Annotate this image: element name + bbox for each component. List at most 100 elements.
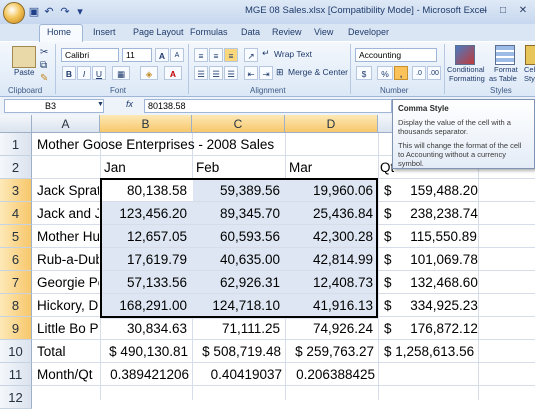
wrap-text-button[interactable]: Wrap Text (274, 49, 312, 59)
row-header[interactable]: 9 (0, 317, 32, 340)
row-header[interactable]: 1 (0, 133, 32, 156)
tab-formulas[interactable]: Formulas (190, 27, 228, 37)
cell[interactable]: $ 490,130.81 (101, 340, 188, 363)
format-as-table-button[interactable]: Format (494, 65, 518, 74)
font-name-select[interactable]: Calibri (61, 48, 119, 62)
conditional-formatting-button-2[interactable]: Formatting (449, 74, 485, 83)
row-header[interactable]: 12 (0, 386, 32, 409)
save-icon[interactable]: ▣ (27, 5, 41, 19)
align-middle-icon[interactable]: ≡ (209, 48, 223, 62)
column-header-d[interactable]: D (285, 115, 378, 133)
row-header[interactable]: 2 (0, 156, 32, 179)
cell[interactable]: 0.389421206 (101, 363, 189, 386)
wrap-text-icon[interactable]: ↵ (262, 48, 272, 60)
cell[interactable]: $ 176,872.12 (384, 317, 535, 340)
align-bottom-icon[interactable]: ≡ (224, 48, 238, 62)
cell[interactable]: 0.206388425 (286, 363, 375, 386)
borders-icon[interactable]: ▦ (112, 66, 130, 80)
tab-developer[interactable]: Developer (348, 27, 389, 37)
cell[interactable]: $ 1,258,613.56 (384, 340, 535, 363)
increase-indent-icon[interactable]: ⇥ (259, 66, 273, 80)
tab-insert[interactable]: Insert (93, 27, 116, 37)
underline-button[interactable]: U (92, 66, 106, 80)
font-size-select[interactable]: 11 (122, 48, 152, 62)
orientation-icon[interactable]: ↗ (244, 48, 258, 62)
align-left-icon[interactable]: ☰ (194, 66, 208, 80)
redo-icon[interactable]: ↷ (58, 5, 72, 19)
cell-styles-button-2[interactable]: Styl (524, 74, 535, 83)
currency-button[interactable]: $ (356, 66, 372, 80)
row-header[interactable]: 6 (0, 248, 32, 271)
increase-decimal-icon[interactable]: .0 (412, 66, 426, 80)
decrease-indent-icon[interactable]: ⇤ (244, 66, 258, 80)
row-header[interactable]: 7 (0, 271, 32, 294)
row-header[interactable]: 3 (0, 179, 32, 202)
merge-icon[interactable]: ⊞ (276, 67, 286, 78)
cell[interactable]: 30,834.63 (101, 317, 187, 340)
cell[interactable]: $ 132,468.60 (384, 271, 535, 294)
cell[interactable]: $ 101,069.78 (384, 248, 535, 271)
conditional-formatting-icon[interactable] (455, 45, 475, 65)
copy-icon[interactable]: ⧉ (40, 60, 47, 71)
percent-button[interactable]: % (377, 66, 393, 80)
align-right-icon[interactable]: ☰ (224, 66, 238, 80)
sheet-title-cell[interactable]: Mother Goose Enterprises - 2008 Sales (37, 133, 377, 156)
name-box-dropdown-icon[interactable]: ▼ (97, 101, 104, 108)
cell[interactable]: Mother Hu (37, 225, 99, 248)
cell[interactable]: Little Bo P (37, 317, 99, 340)
cut-icon[interactable]: ✂ (40, 47, 48, 58)
office-button[interactable] (3, 2, 25, 24)
cell[interactable]: Georgie Po (37, 271, 99, 294)
customize-toolbar-icon[interactable]: ▾ (73, 5, 87, 19)
column-header-a[interactable]: A (32, 115, 100, 133)
comma-style-button[interactable]: , (394, 66, 408, 80)
font-color-button[interactable]: A (164, 66, 182, 80)
cell[interactable]: 0.40419037 (193, 363, 282, 386)
name-box[interactable]: B3 (4, 99, 104, 113)
cell-styles-icon[interactable] (525, 45, 535, 65)
row-header[interactable]: 4 (0, 202, 32, 225)
maximize-button[interactable]: □ (494, 3, 512, 19)
italic-button[interactable]: I (77, 66, 91, 80)
cell[interactable]: Mar (289, 156, 375, 179)
align-center-icon[interactable]: ☰ (209, 66, 223, 80)
number-format-select[interactable]: Accounting (355, 48, 437, 62)
cell[interactable]: $ 159,488.20 (384, 179, 535, 202)
conditional-formatting-button[interactable]: Conditional (447, 65, 485, 74)
select-all-corner[interactable] (0, 115, 32, 133)
cell[interactable]: $ 238,238.74 (384, 202, 535, 225)
format-as-table-icon[interactable] (495, 45, 515, 65)
bold-button[interactable]: B (62, 66, 76, 80)
column-header-c[interactable]: C (192, 115, 285, 133)
cell[interactable]: $ 334,925.23 (384, 294, 535, 317)
cell[interactable]: Month/Qt (37, 363, 99, 386)
cell[interactable]: $ 508,719.48 (193, 340, 281, 363)
fill-color-icon[interactable]: ◈ (140, 66, 158, 80)
minimize-button[interactable]: – (475, 3, 493, 19)
cell[interactable]: $ 115,550.89 (384, 225, 535, 248)
paste-button[interactable]: Paste (14, 68, 34, 77)
cell[interactable]: Jack Sprat (37, 179, 99, 202)
insert-function-button[interactable]: fx (126, 99, 133, 109)
cell[interactable]: Rub-a-Dub (37, 248, 99, 271)
column-header-b[interactable]: B (100, 115, 192, 133)
cell[interactable]: Jan (104, 156, 190, 179)
tab-data[interactable]: Data (241, 27, 260, 37)
shrink-font-button[interactable]: A (170, 48, 184, 62)
row-header[interactable]: 10 (0, 340, 32, 363)
decrease-decimal-icon[interactable]: .00 (427, 66, 441, 80)
cell[interactable]: Hickory, Di (37, 294, 99, 317)
format-as-table-button-2[interactable]: as Table (489, 74, 517, 83)
tab-page-layout[interactable]: Page Layout (133, 27, 184, 37)
tab-view[interactable]: View (314, 27, 333, 37)
cell-styles-button[interactable]: Cell (524, 65, 535, 74)
cell[interactable]: 71,111.25 (193, 317, 280, 340)
cell[interactable]: Jack and Ji (37, 202, 99, 225)
formula-input[interactable]: 80138.58 (144, 99, 392, 113)
row-header[interactable]: 8 (0, 294, 32, 317)
undo-icon[interactable]: ↶ (42, 5, 56, 19)
format-painter-icon[interactable]: ✎ (40, 73, 48, 84)
cell[interactable]: Feb (196, 156, 282, 179)
merge-center-button[interactable]: Merge & Center (288, 67, 348, 77)
cell[interactable]: $ 259,763.27 (286, 340, 374, 363)
